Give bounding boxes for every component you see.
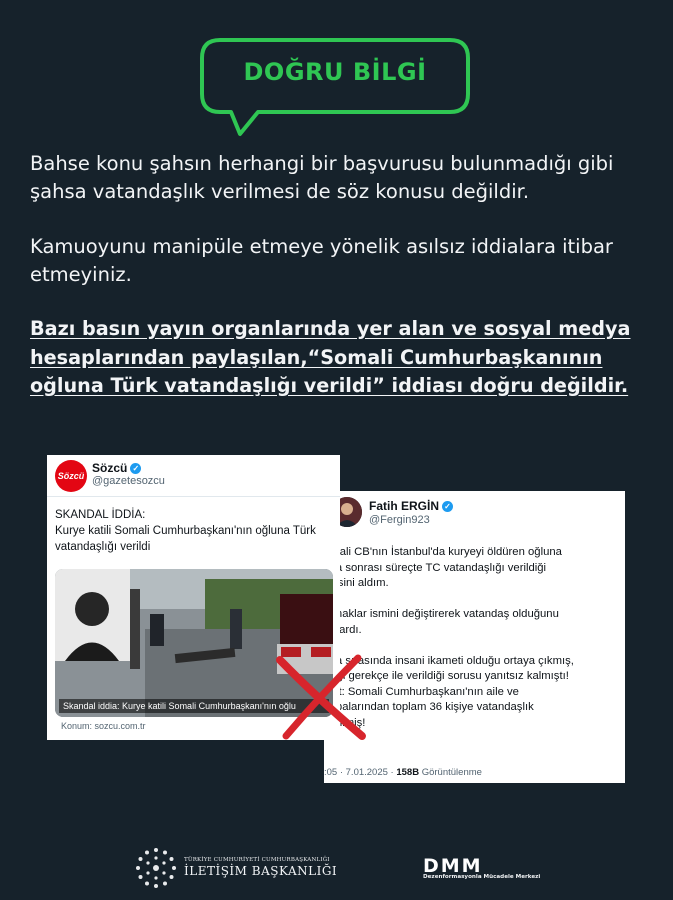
speech-bubble-icon: [200, 38, 470, 136]
author-handle: @Fergin923: [369, 514, 430, 526]
tweet-text: SKANDAL İDDİA: Kurye katili Somali Cumhu…: [55, 509, 316, 553]
badge-label: DOĞRU BİLGİ: [243, 58, 427, 86]
dogru-bilgi-badge: DOĞRU BİLGİ: [198, 38, 472, 138]
verified-badge-icon: ✓: [442, 501, 454, 512]
views-label: Görüntülenme: [419, 767, 482, 778]
author-name-text: Fatih ERGİN: [369, 499, 440, 513]
verified-badge-icon: ✓: [130, 463, 142, 474]
tweet-views: 158B: [396, 767, 420, 778]
x-mark-icon: [276, 654, 366, 740]
tweet-meta: :05 · 7.01.2025 · 158B Görüntülenme: [324, 767, 482, 778]
author-name: Fatih ERGİN ✓: [369, 499, 454, 513]
tweet-time: :05 · 7.01.2025 ·: [324, 767, 397, 778]
statement-paragraph-2: Kamuoyunu manipüle etmeye yönelik asılsı…: [30, 235, 613, 286]
statement-paragraph-1: Bahse konu şahsın herhangi bir başvurusu…: [30, 152, 614, 203]
footer-org-small: TÜRKİYE CUMHURİYETİ CUMHURBAŞKANLIĞI: [184, 857, 330, 863]
divider: [47, 496, 340, 497]
author-handle: @gazetesozcu: [92, 475, 165, 487]
dmm-subtitle: Dezenformasyonla Mücadele Merkezi: [423, 874, 541, 880]
footer-org-main: İLETİŞİM BAŞKANLIĞI: [184, 864, 338, 878]
claim-paragraph: Bazı basın yayın organlarında yer alan v…: [30, 317, 631, 397]
author-name: Sözcü ✓: [92, 461, 142, 475]
author-name-text: Sözcü: [92, 461, 128, 475]
iletisim-logo-icon: [136, 848, 176, 888]
sozcu-logo: Sözcü: [55, 460, 87, 492]
source-label: Konum: sozcu.com.tr: [61, 721, 146, 731]
